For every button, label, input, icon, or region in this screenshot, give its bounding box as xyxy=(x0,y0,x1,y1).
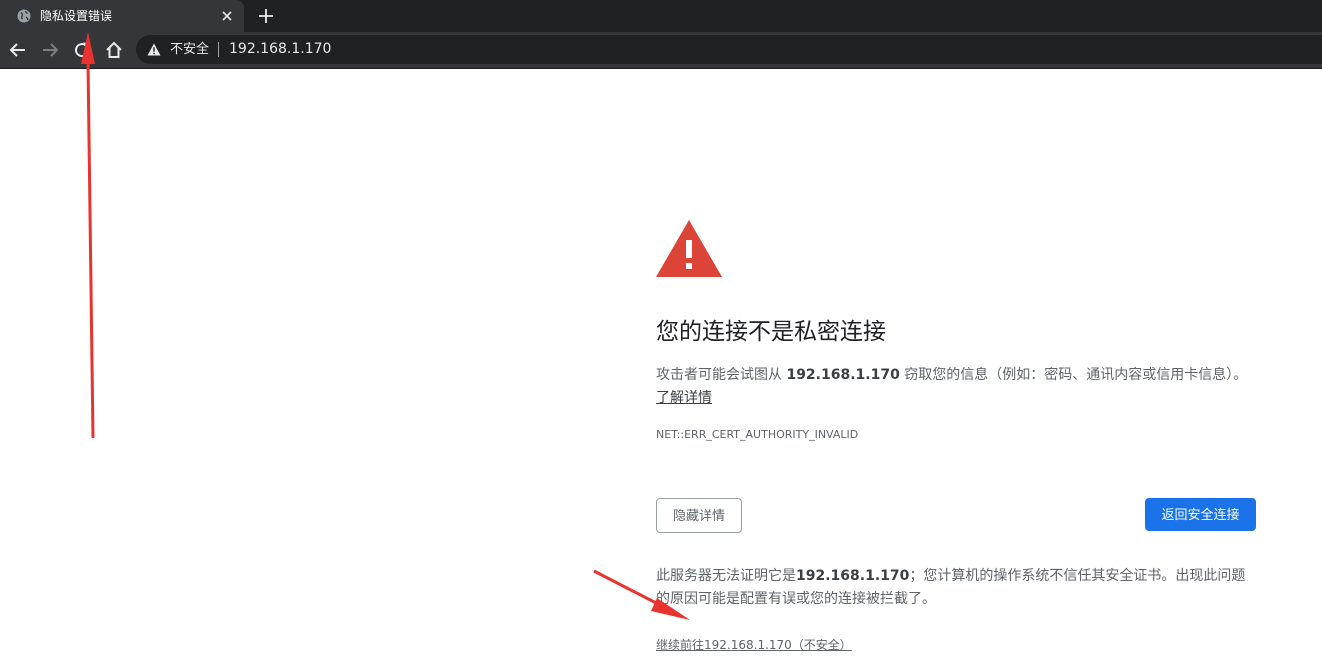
url-text[interactable]: 192.168.1.170 xyxy=(229,41,331,58)
warning-triangle-icon[interactable] xyxy=(147,43,161,56)
error-code: NET::ERR_CERT_AUTHORITY_INVALID xyxy=(656,428,859,441)
close-icon[interactable] xyxy=(219,8,235,24)
tab-active[interactable]: 隐私设置错误 xyxy=(0,0,244,32)
main-message-host: 192.168.1.170 xyxy=(786,367,900,383)
arrow-left-icon[interactable] xyxy=(8,40,28,60)
tab-title: 隐私设置错误 xyxy=(40,9,113,23)
main-message-prefix: 攻击者可能会试图从 xyxy=(656,367,787,383)
hide-details-button[interactable]: 隐藏详情 xyxy=(656,498,742,533)
main-message: 攻击者可能会试图从 192.168.1.170 窃取您的信息（例如：密码、通讯内… xyxy=(656,364,1256,410)
address-bar[interactable]: 不安全 192.168.1.170 xyxy=(136,35,1322,64)
main-message-suffix: 窃取您的信息（例如：密码、通讯内容或信用卡信息）。 xyxy=(899,367,1248,383)
page-title: 您的连接不是私密连接 xyxy=(656,319,886,345)
proceed-unsafe-link[interactable]: 继续前往192.168.1.170（不安全） xyxy=(656,637,852,654)
details-message: 此服务器无法证明它是192.168.1.170；您计算机的操作系统不信任其安全证… xyxy=(656,565,1256,611)
omnibox-divider xyxy=(218,42,219,57)
back-to-safety-button[interactable]: 返回安全连接 xyxy=(1145,498,1256,531)
interstitial-page: 您的连接不是私密连接 攻击者可能会试图从 192.168.1.170 窃取您的信… xyxy=(0,69,1322,656)
details-prefix: 此服务器无法证明它是 xyxy=(656,568,796,584)
plus-icon[interactable] xyxy=(256,6,276,26)
reload-icon[interactable] xyxy=(72,40,92,60)
learn-more-link[interactable]: 了解详情 xyxy=(656,390,712,406)
globe-icon xyxy=(17,9,31,23)
security-status-label[interactable]: 不安全 xyxy=(170,41,209,58)
home-icon[interactable] xyxy=(104,40,124,60)
tab-strip: 隐私设置错误 xyxy=(0,0,1322,32)
arrow-right-icon[interactable] xyxy=(40,40,60,60)
browser-toolbar: 不安全 192.168.1.170 xyxy=(0,32,1322,69)
warning-triangle-icon xyxy=(656,220,722,277)
details-host: 192.168.1.170 xyxy=(796,568,910,584)
